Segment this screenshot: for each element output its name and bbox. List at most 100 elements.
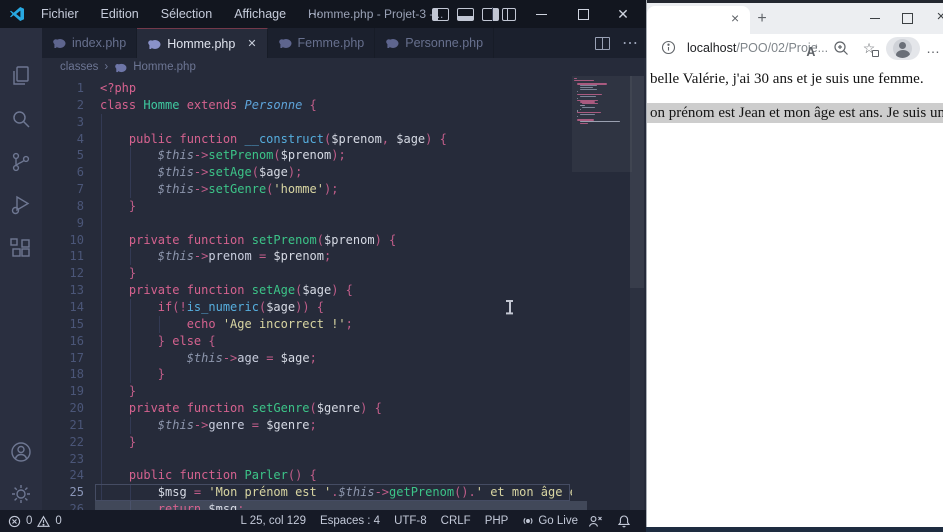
browser-maximize-button[interactable] [892, 3, 922, 33]
line-number[interactable]: 12 [42, 265, 84, 282]
minimap[interactable] [574, 78, 630, 198]
code-line[interactable]: } [100, 265, 572, 282]
vscode-maximize-button[interactable] [566, 0, 600, 28]
code-line[interactable]: echo 'Age incorrect !'; [100, 316, 572, 333]
browser-tab[interactable]: × [647, 6, 750, 34]
line-number[interactable]: 18 [42, 366, 84, 383]
run-debug-icon[interactable] [9, 193, 33, 217]
settings-gear-icon[interactable] [9, 482, 33, 506]
code-line[interactable]: } else { [100, 333, 572, 350]
code-lines[interactable]: <?php class Homme extends Personne { publ… [100, 80, 572, 510]
line-number[interactable]: 23 [42, 451, 84, 468]
tab-personne-php[interactable]: Personne.php [375, 28, 495, 58]
source-control-icon[interactable] [9, 150, 33, 174]
code-line[interactable] [100, 215, 572, 232]
line-number[interactable]: 9 [42, 215, 84, 232]
browser-minimize-button[interactable] [860, 3, 890, 33]
line-number[interactable]: 4 [42, 131, 84, 148]
search-icon[interactable] [9, 107, 33, 131]
code-line[interactable]: } [100, 198, 572, 215]
code-line[interactable]: } [100, 366, 572, 383]
line-number[interactable]: 10 [42, 232, 84, 249]
explorer-icon[interactable] [9, 64, 33, 88]
code-line[interactable]: <?php [100, 80, 572, 97]
code-line[interactable]: private function setGenre($genre) { [100, 400, 572, 417]
toggle-secondary-sidebar-icon[interactable] [482, 8, 499, 21]
line-number[interactable]: 22 [42, 434, 84, 451]
code-line[interactable] [100, 451, 572, 468]
line-number[interactable]: 17 [42, 350, 84, 367]
vscode-minimize-button[interactable] [524, 0, 558, 28]
code-line[interactable]: $this->age = $age; [100, 350, 572, 367]
line-number[interactable]: 3 [42, 114, 84, 131]
code-line[interactable]: private function setAge($age) { [100, 282, 572, 299]
zoom-icon[interactable] [832, 39, 850, 57]
extensions-icon[interactable] [9, 236, 33, 260]
code-line[interactable]: class Homme extends Personne { [100, 97, 572, 114]
profile-button[interactable] [886, 37, 920, 60]
tab-close-icon[interactable]: ✕ [247, 37, 256, 50]
code-line[interactable]: private function setPrenom($prenom) { [100, 232, 572, 249]
tab-index-php[interactable]: index.php [42, 28, 138, 58]
code-line[interactable]: return $msg; [100, 501, 572, 510]
code-line[interactable]: $this->setPrenom($prenom); [100, 147, 572, 164]
line-number[interactable]: 14 [42, 299, 84, 316]
code-line[interactable]: public function Parler() { [100, 467, 572, 484]
line-number[interactable]: 2 [42, 97, 84, 114]
code-editor[interactable]: 1 2 3 4 5 6 7 8 9 10 11 12 13 14 15 16 17 18 19 20 21 22 23 24 2… [42, 76, 646, 510]
browser-close-button[interactable]: × [926, 3, 943, 33]
accounts-icon[interactable] [9, 440, 33, 464]
browser-menu-icon[interactable]: … [926, 34, 941, 62]
vscode-close-button[interactable]: ✕ [606, 0, 640, 28]
breadcrumb-folder[interactable]: classes [60, 61, 98, 73]
line-number[interactable]: 21 [42, 417, 84, 434]
line-number[interactable]: 15 [42, 316, 84, 333]
line-number[interactable]: 26 [42, 501, 84, 510]
code-line[interactable]: } [100, 434, 572, 451]
problems-group[interactable]: 0 0 [8, 510, 62, 532]
toggle-sidebar-icon[interactable] [432, 8, 449, 21]
code-line[interactable]: public function __construct($prenom, $ag… [100, 131, 572, 148]
language-mode[interactable]: PHP [485, 515, 509, 527]
line-number[interactable]: 13 [42, 282, 84, 299]
tab-homme-php[interactable]: Homme.php ✕ [137, 28, 268, 58]
go-live-button[interactable]: Go Live [522, 515, 578, 527]
browser-tab-close-icon[interactable]: × [731, 10, 739, 26]
tab-femme-php[interactable]: Femme.php [267, 28, 376, 58]
code-line[interactable]: $this->prenom = $prenom; [100, 248, 572, 265]
read-aloud-icon[interactable]: A⁾ [803, 39, 821, 59]
eol-sequence[interactable]: CRLF [441, 515, 471, 527]
line-number[interactable]: 1 [42, 80, 84, 97]
line-number[interactable]: 11 [42, 248, 84, 265]
customize-layout-icon[interactable] [502, 8, 516, 21]
line-number[interactable]: 24 [42, 467, 84, 484]
cursor-position[interactable]: L 25, col 129 [241, 515, 306, 527]
split-editor-icon[interactable] [595, 36, 610, 50]
toggle-panel-icon[interactable] [457, 8, 474, 21]
menu-fichier[interactable]: Fichier [30, 0, 90, 28]
line-number[interactable]: 20 [42, 400, 84, 417]
code-line[interactable]: $this->setGenre('homme'); [100, 181, 572, 198]
code-line[interactable]: $this->genre = $genre; [100, 417, 572, 434]
line-number[interactable]: 25 [42, 484, 84, 501]
new-tab-button[interactable]: + [751, 8, 773, 30]
site-info-icon[interactable] [661, 40, 676, 55]
notifications-bell-icon[interactable] [617, 514, 631, 528]
indentation[interactable]: Espaces : 4 [320, 515, 380, 527]
code-line[interactable] [100, 114, 572, 131]
code-line[interactable]: } [100, 383, 572, 400]
feedback-icon[interactable] [588, 514, 603, 528]
code-line[interactable]: $msg = 'Mon prénom est '.$this->getPreno… [100, 484, 572, 501]
line-number[interactable]: 19 [42, 383, 84, 400]
line-number[interactable]: 7 [42, 181, 84, 198]
line-number[interactable]: 5 [42, 147, 84, 164]
favorites-star-icon[interactable]: ☆ [860, 39, 879, 57]
menu-selection[interactable]: Sélection [150, 0, 223, 28]
menu-edition[interactable]: Edition [90, 0, 150, 28]
line-number[interactable]: 8 [42, 198, 84, 215]
scrollbar-thumb[interactable] [630, 76, 644, 288]
code-line[interactable]: $this->setAge($age); [100, 164, 572, 181]
breadcrumb-file[interactable]: Homme.php [133, 61, 196, 73]
line-number[interactable]: 6 [42, 164, 84, 181]
menu-affichage[interactable]: Affichage [223, 0, 297, 28]
